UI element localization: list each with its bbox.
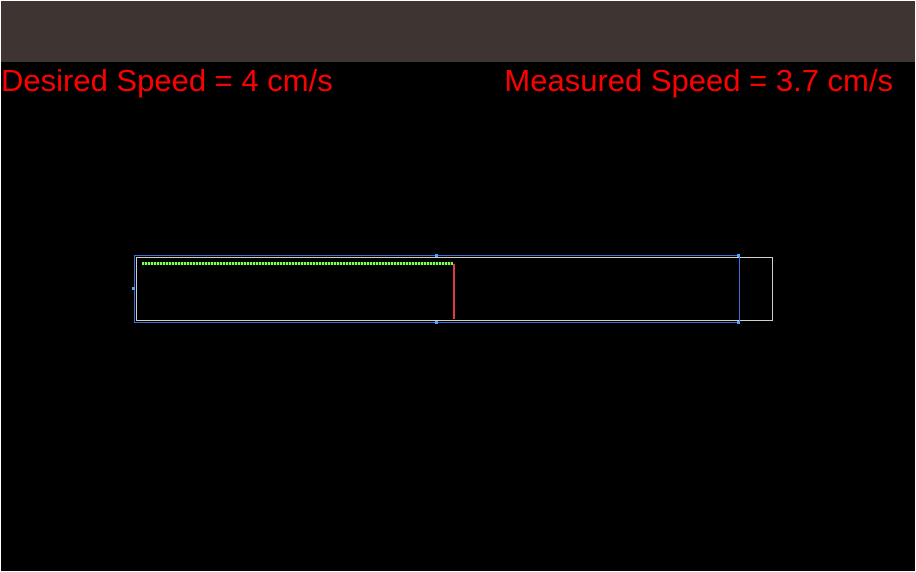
resize-handle-top[interactable] [435,254,438,257]
selection-box[interactable] [134,255,740,323]
position-marker [453,264,455,319]
resize-handle-left[interactable] [132,287,135,290]
measured-speed-label: Measured Speed = 3.7 cm/s [504,63,893,98]
resize-handle-top-right[interactable] [737,254,740,257]
app-window: Desired Speed = 4 cm/s Measured Speed = … [0,0,916,572]
toolbar [1,1,915,62]
progress-trail [142,262,453,265]
resize-handle-bottom[interactable] [435,321,438,324]
desired-speed-label: Desired Speed = 4 cm/s [1,63,333,98]
resize-handle-bottom-right[interactable] [737,321,740,324]
